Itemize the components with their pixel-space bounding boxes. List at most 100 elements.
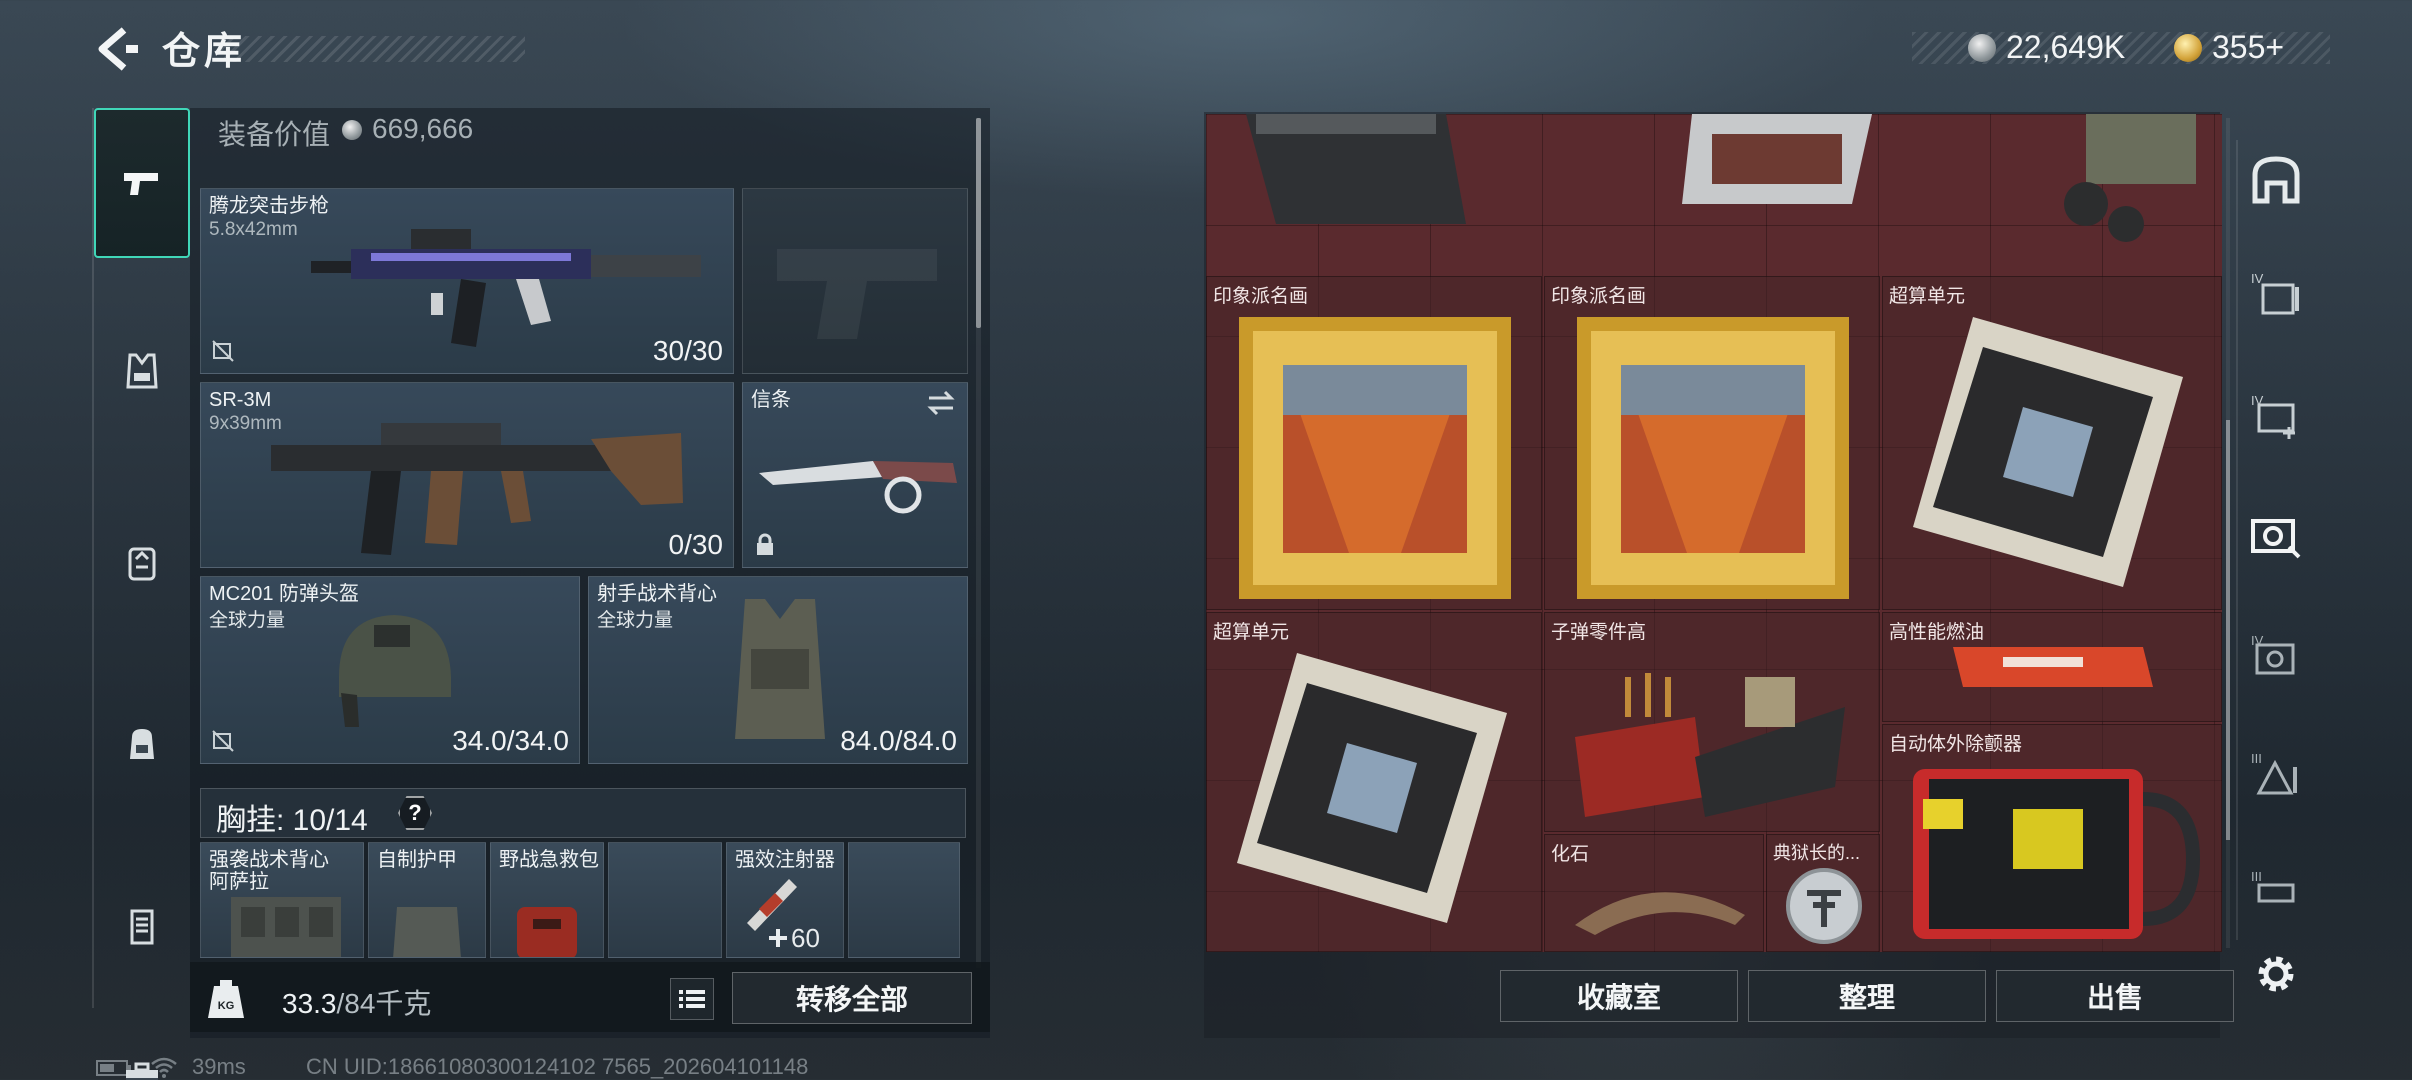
stash-item-fuel[interactable]: 高性能燃油 [1882,612,2222,722]
stash-scroll-thumb[interactable] [2226,420,2230,840]
knife-image [759,461,957,514]
loadout-scroll-thumb[interactable] [976,118,981,328]
storage-tab-iii[interactable]: III [2246,744,2306,804]
case-icon [130,909,154,945]
storage-tab-iv[interactable]: IV [2246,264,2306,324]
supercomputer-image [1237,653,1507,923]
armor-plate-image [393,907,461,957]
painting-image [1239,317,1511,599]
rifle-image [271,423,683,555]
swap-icon[interactable] [925,389,957,417]
chest-rig-item-empty[interactable] [848,842,960,958]
back-arrow-icon[interactable] [92,24,142,74]
page-title: 仓库 [162,31,247,73]
tab-backpack-alt[interactable] [94,488,190,638]
storage-iii-b-icon: III [2251,869,2295,903]
item-name: 强袭战术背心 [209,849,329,871]
chest-rig-item[interactable]: 野战急救包 [490,842,604,958]
weight-current: 33.3 [282,988,337,1019]
chest-rig-item[interactable]: 强袭战术背心 阿萨拉 [200,842,364,958]
armor-durability: 84.0/84.0 [840,725,957,756]
first-aid-image [517,907,577,957]
fossil-claw-image [1575,892,1745,935]
silver-coin-icon [1968,34,1996,62]
user-uid: CN UID:18661080300124102 7565_2026041011… [306,1054,809,1079]
storage-iii-icon: III [2251,751,2297,795]
storage-iv-plus-icon: IV [2251,393,2295,439]
gold-currency[interactable]: 355+ [2212,29,2284,66]
chest-rig-item[interactable]: 强效注射器 60 [726,842,844,958]
equip-value: 669,666 [372,113,474,144]
chest-rig-item-empty[interactable] [608,842,722,958]
pistol-slot-empty[interactable] [742,188,968,374]
stash-item-supercomputer[interactable]: 超算单元 [1206,612,1542,952]
item-name: 子弹零件高 [1551,622,1647,643]
tab-backpack[interactable] [94,668,190,818]
tab-weapons[interactable] [94,108,190,258]
storage-tab-iii-b[interactable]: III [2246,862,2306,922]
vest-image [735,599,825,739]
rig-image [231,897,341,957]
storage-tab-camera[interactable] [2246,506,2306,566]
rifle-image [311,229,701,347]
secondary-weapon-slot[interactable]: SR-3M 9x39mm 0/30 [200,382,734,568]
armor-faction: 全球力量 [597,610,674,631]
badge-image [1786,868,1862,944]
weapon-caliber: 5.8x42mm [209,219,298,240]
equip-value-label: 装备价值 [218,119,331,150]
bullet-parts-image [1575,673,1845,817]
ammo-count: 30/30 [652,335,723,366]
svg-text:III: III [2251,751,2262,766]
vault-tab[interactable] [2246,150,2306,210]
vault-icon [2252,156,2300,204]
storage-tab-iv-b[interactable]: IV [2246,626,2306,686]
item-name: 印象派名画 [1551,286,1647,307]
stash-item-fossil[interactable]: 化石 [1544,834,1764,952]
fuel-canister-image [1953,647,2153,687]
svg-text:III: III [2251,869,2262,884]
tab-armor[interactable] [94,296,190,446]
vehicle-part-image [2064,114,2196,242]
device-image [1682,114,1872,204]
tab-case[interactable] [94,850,190,1000]
helmet-faction: 全球力量 [209,610,286,631]
defibrillator-image [1913,769,2201,939]
pistol-icon [124,173,158,195]
backpack-icon [130,729,154,759]
melee-slot[interactable]: 信条 [742,382,968,568]
battery-icon [96,1060,131,1076]
sell-button[interactable]: 出售 [1996,970,2234,1022]
sort-button[interactable]: 整理 [1748,970,1986,1022]
item-name: 自动体外除颤器 [1889,734,2023,755]
item-name: 印象派名画 [1213,286,1309,307]
item-name: 强效注射器 [735,849,835,871]
silver-coin-icon [342,120,362,140]
gear-icon[interactable] [2252,950,2300,998]
title-decoration [220,36,525,62]
helmet-durability: 34.0/34.0 [452,725,569,756]
item-name: 化石 [1551,844,1590,865]
lock-icon [757,533,773,555]
chest-rig-item[interactable]: 自制护甲 [368,842,486,958]
weight-max: /84千克 [336,988,432,1019]
weight-icon: KG [208,980,244,1018]
stash-item-defibrillator[interactable]: 自动体外除颤器 [1882,724,2222,952]
item-name: 超算单元 [1213,622,1290,643]
stash-item-warden-badge[interactable]: 典狱长的... [1766,834,1880,952]
primary-weapon-slot[interactable]: 腾龙突击步枪 5.8x42mm 30/30 [200,188,734,374]
stash-item-bullet-parts[interactable]: 子弹零件高 [1544,612,1880,832]
carry-weight: 33.3/84千克 [282,982,431,1022]
storage-iv-icon: IV [2251,271,2299,315]
collection-room-button[interactable]: 收藏室 [1500,970,1738,1022]
item-name: 野战急救包 [499,849,599,871]
item-name: 超算单元 [1889,286,1966,307]
helmet-slot[interactable]: MC201 防弹头盔 全球力量 34.0/34.0 [200,576,580,764]
storage-tab-iv-plus[interactable]: IV [2246,386,2306,446]
no-insure-icon [212,730,234,752]
stash-item-supercomputer[interactable]: 超算单元 [1882,276,2222,610]
list-view-button[interactable] [670,978,714,1020]
transfer-all-button[interactable]: 转移全部 [732,972,972,1024]
stash-item-painting[interactable]: 印象派名画 [1206,276,1542,610]
armor-slot[interactable]: 射手战术背心 全球力量 84.0/84.0 [588,576,968,764]
stash-item-painting[interactable]: 印象派名画 [1544,276,1880,610]
